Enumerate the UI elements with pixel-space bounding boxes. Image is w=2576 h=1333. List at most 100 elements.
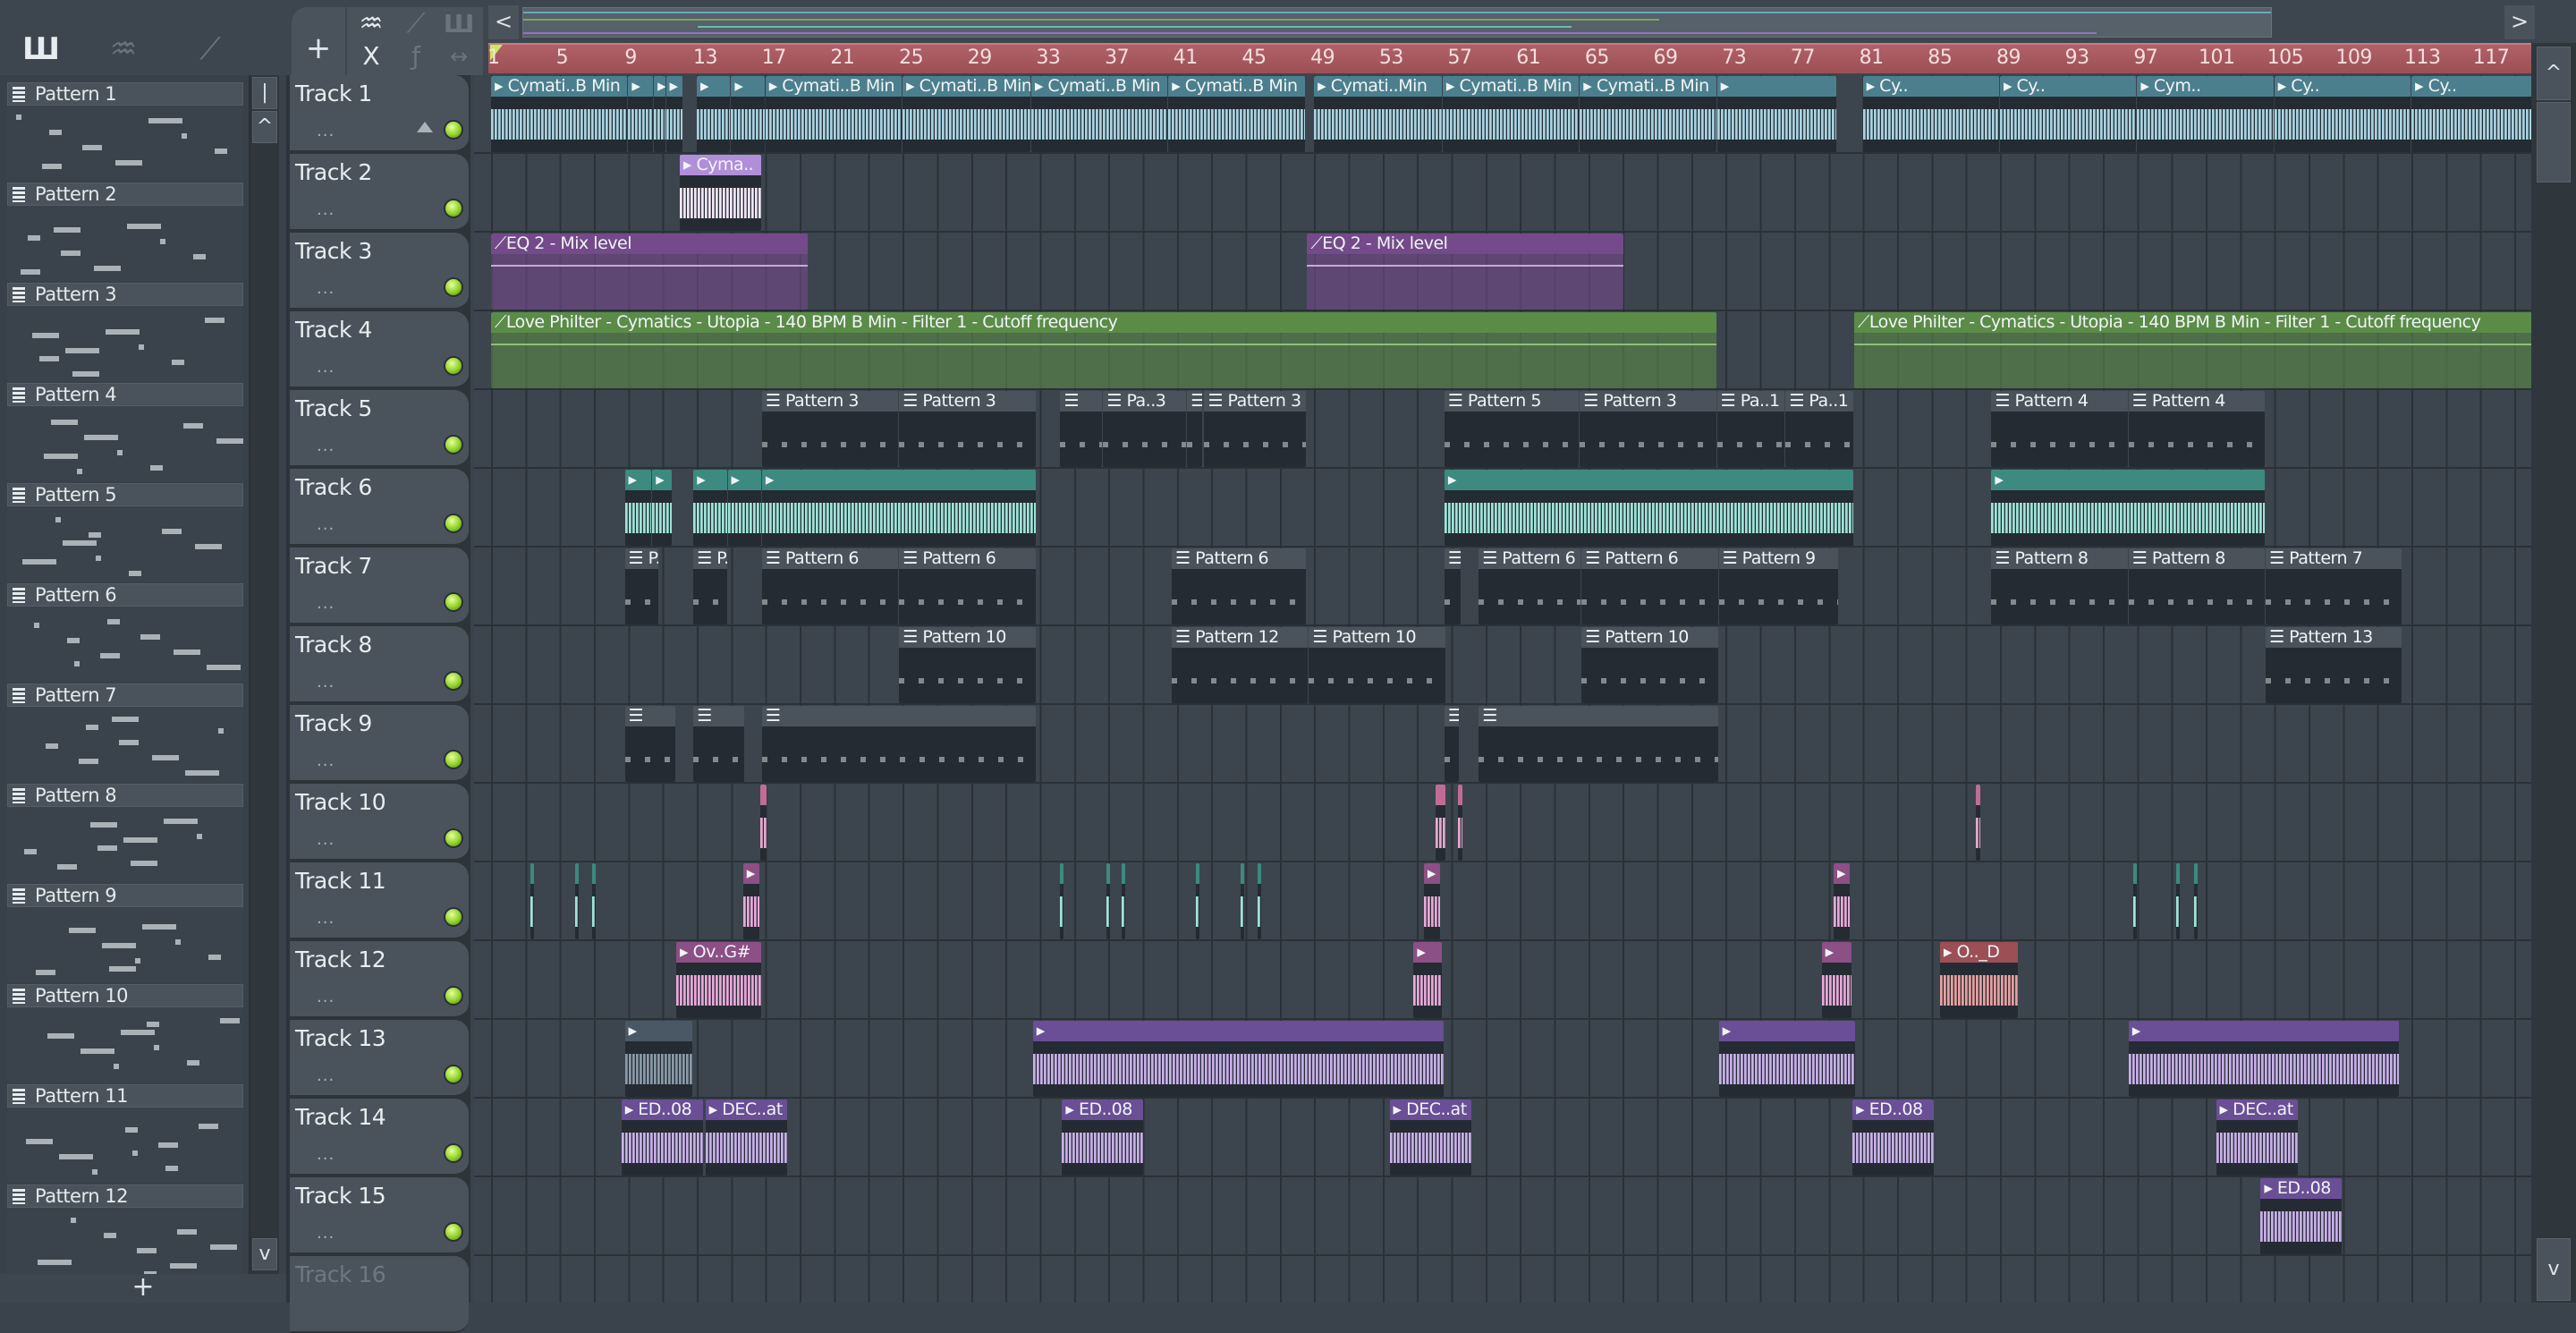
audio-clip[interactable]: ▸ (1032, 1021, 1444, 1097)
pattern-clip[interactable]: ☰ Pattern 12 (1172, 627, 1309, 703)
track-header[interactable]: Track 12... (290, 941, 469, 1018)
track-menu-icon[interactable]: ... (317, 909, 335, 928)
track-menu-icon[interactable]: ... (317, 437, 335, 455)
audio-clip[interactable]: ▸ Cymati..B Min (491, 76, 628, 152)
bar-number[interactable]: 1 (488, 47, 500, 69)
bar-number[interactable]: 41 (1174, 47, 1199, 69)
audio-clip[interactable]: ▸ (1444, 470, 1853, 546)
automation-clip[interactable]: ⟋EQ 2 - Mix level (1307, 233, 1624, 310)
audio-clip[interactable] (2176, 863, 2181, 939)
pattern-clip[interactable]: ☰ Pattern 3 (761, 391, 899, 467)
pattern-clip[interactable]: ☰ Pattern 10 (1581, 627, 1718, 703)
audio-clip[interactable] (1106, 863, 1111, 939)
clip-header[interactable] (1122, 863, 1126, 884)
audio-clip[interactable] (2133, 863, 2138, 939)
clip-header[interactable]: ☰ Pattern 6 (1172, 548, 1307, 569)
clip-header[interactable]: ⟋EQ 2 - Mix level (491, 233, 808, 254)
pattern-clip[interactable]: ☰ Pattern 4 (2128, 391, 2266, 467)
track-mute-led[interactable] (444, 120, 463, 140)
clip-header[interactable]: ▸ (1991, 470, 2266, 490)
clip-header[interactable]: ☰ Pattern 13 (2266, 627, 2402, 648)
audio-clip[interactable]: ▸ (628, 76, 654, 152)
audio-clip[interactable]: ▸ Cy.. (1862, 76, 1999, 152)
audio-clip[interactable]: ▸ Cymati..B Min (1580, 76, 1716, 152)
clip-header[interactable]: ▸ Cymati..Min (1314, 76, 1442, 97)
clip-header[interactable]: ▸ Ov..G# (676, 942, 761, 963)
pattern-clip[interactable]: ☰ (1479, 706, 1718, 782)
audio-clip[interactable]: ▸ (1991, 470, 2266, 546)
clip-header[interactable]: ▸ ED..08 (621, 1100, 703, 1120)
bar-number[interactable]: 45 (1241, 47, 1267, 69)
track-header[interactable]: Track 13... (290, 1020, 469, 1097)
audio-clip[interactable] (574, 863, 579, 939)
track-header[interactable]: Track 6... (290, 469, 469, 546)
audio-clip[interactable]: ▸ Cym.. (2137, 76, 2274, 152)
clip-header[interactable]: ▸ Cymati..B Min (1442, 76, 1580, 97)
clip-header[interactable]: ☰ (1187, 391, 1202, 412)
pattern-item[interactable]: Pattern 9 (7, 884, 243, 984)
scrollbar-thumb[interactable]: | (252, 77, 277, 109)
pattern-header[interactable]: Pattern 8 (7, 784, 243, 807)
pattern-header[interactable]: Pattern 3 (7, 283, 243, 306)
track-row[interactable]: ▸ ▸ ▸ ▸ (474, 1020, 2531, 1099)
track-header[interactable]: Track 5... (290, 390, 469, 467)
audio-clip[interactable]: ▸ Cyma.. (679, 155, 761, 231)
audio-clip[interactable]: ▸ DEC..at (1389, 1100, 1471, 1176)
scroll-down-button[interactable]: v (252, 1238, 277, 1270)
audio-clip[interactable]: ▸ (1716, 76, 1836, 152)
track-row[interactable]: ☰ P..☰ P..☰ Pattern 6☰ Pattern 6☰ Patter… (474, 548, 2531, 626)
scroll-left-button[interactable]: < (488, 5, 519, 39)
track-mute-led[interactable] (444, 986, 463, 1006)
clip-header[interactable] (1976, 785, 1980, 805)
track-row[interactable]: ⟋Love Philter - Cymatics - Utopia - 140 … (474, 311, 2531, 390)
audio-clip[interactable] (1240, 863, 1244, 939)
bar-number[interactable]: 57 (1448, 47, 1473, 69)
playlist-overview[interactable] (522, 7, 2272, 38)
pattern-clip[interactable]: ☰ Pattern 6 (1581, 548, 1718, 624)
pattern-header[interactable]: Pattern 5 (7, 483, 243, 506)
clip-header[interactable]: ▸ Cy.. (1999, 76, 2137, 97)
pattern-clip[interactable]: ☰ Pa..1 (1785, 391, 1853, 467)
track-row[interactable]: ▸ ED..08 ▸ DEC..at ▸ ED..08 ▸ DEC..at ▸ ED..… (474, 1099, 2531, 1177)
pattern-item[interactable]: Pattern 5 (7, 483, 243, 583)
track-mute-led[interactable] (444, 435, 463, 454)
clip-header[interactable]: ▸ Cy.. (1862, 76, 1999, 97)
audio-clip[interactable]: ▸ Cymati..B Min (765, 76, 902, 152)
track-row[interactable]: ☰ ☰ ☰ ☰ ☰ (474, 705, 2531, 784)
pattern-header[interactable]: Pattern 9 (7, 884, 243, 907)
clip-header[interactable]: ☰ Pattern 6 (761, 548, 899, 569)
clip-header[interactable]: ▸ (697, 76, 731, 97)
clip-header[interactable]: ▸ (624, 1021, 693, 1041)
pattern-item[interactable]: Pattern 3 (7, 283, 243, 383)
track-row[interactable]: ▸ ▸ ▸ (474, 862, 2531, 941)
clip-header[interactable]: ☰ (693, 706, 744, 726)
track-menu-icon[interactable]: ... (317, 1066, 335, 1085)
track-header[interactable]: Track 11... (290, 862, 469, 939)
track-menu-icon[interactable]: ... (317, 988, 335, 1006)
audio-clip[interactable] (592, 863, 597, 939)
clip-header[interactable]: ⟋Love Philter - Cymatics - Utopia - 140 … (491, 312, 1716, 333)
timeline-ruler[interactable]: 1 5 9 13 17 21 25 29 33 37 41 45 49 53 57 61 65 69 73 77 81 8… (488, 43, 2531, 73)
clip-header[interactable] (2133, 863, 2138, 884)
clip-header[interactable]: ▸ Cymati..B Min (491, 76, 628, 97)
clip-header[interactable]: ☰ Pa..1 (1716, 391, 1785, 412)
audio-clip[interactable] (1436, 785, 1445, 861)
bar-number[interactable]: 81 (1860, 47, 1885, 69)
scrollbar-thumb[interactable] (2537, 102, 2571, 183)
clip-header[interactable]: ☰ P.. (693, 548, 727, 569)
clip-header[interactable]: ☰ Pa..1 (1785, 391, 1853, 412)
audio-clip[interactable]: ▸ Cymati..Min (1314, 76, 1442, 152)
clip-header[interactable]: ▸ (652, 470, 673, 490)
add-pattern-button[interactable]: + (0, 1274, 286, 1303)
clip-header[interactable] (2176, 863, 2181, 884)
pattern-clip[interactable]: ☰ (1060, 391, 1103, 467)
pattern-item[interactable]: Pattern 10 (7, 984, 243, 1084)
track-row[interactable]: ▸ ED..08 (474, 1177, 2531, 1256)
piano-roll-icon[interactable]: Ш (19, 27, 64, 72)
bar-number[interactable]: 5 (556, 47, 569, 69)
clip-header[interactable]: ☰ Pattern 10 (1581, 627, 1718, 648)
scroll-up-button[interactable]: ^ (252, 111, 277, 143)
clip-header[interactable]: ☰ Pattern 3 (1580, 391, 1716, 412)
clip-header[interactable] (1195, 863, 1199, 884)
audio-clip[interactable]: ▸ (731, 76, 765, 152)
